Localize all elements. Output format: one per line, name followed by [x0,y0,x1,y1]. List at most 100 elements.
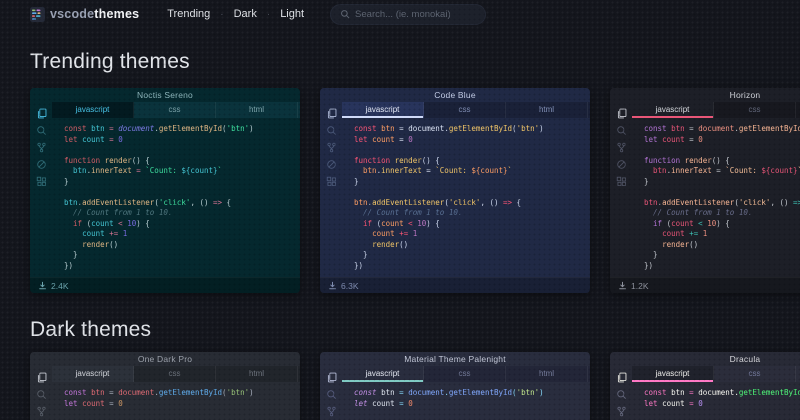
tab-bar: javascriptcsshtml [52,366,300,382]
code-preview: const btn = document.getElementById('btn… [354,388,544,420]
tab-css[interactable]: css [134,102,216,118]
search-input[interactable] [355,8,477,20]
card-footer: 1.2K [610,277,800,293]
activity-bar [30,366,52,420]
theme-card[interactable]: One Dark Pro javascript css html const b… [30,352,300,420]
search-icon [36,126,46,135]
debug-icon [616,160,626,169]
source-control-icon [326,406,336,417]
theme-card[interactable]: Horizon javascript css const btn = docum… [610,88,800,293]
search-icon [616,126,626,135]
tab-javascript[interactable]: javascript [632,366,714,382]
files-icon [37,372,46,383]
activity-bar [320,366,342,420]
tab-bar: javascriptcsshtml [342,102,590,118]
tab-html[interactable]: html [506,366,588,382]
debug-icon [326,160,336,169]
files-icon [327,372,336,383]
editor-preview: javascriptcsshtml const btn = document.g… [610,366,800,420]
code-preview: const btn = document.getElementById('btn… [644,124,800,270]
nav-separator: · [220,8,224,20]
logo-icon [30,6,45,22]
search-icon [616,390,626,399]
editor-preview: javascriptcsshtml const btn = document.g… [30,102,300,277]
search-icon [341,10,350,19]
editor-main: javascriptcsshtml const btn = document.g… [632,102,800,277]
download-icon [619,281,626,290]
download-count: 1.2K [631,280,649,291]
logo[interactable]: vscodethemes [30,6,139,22]
tab-css[interactable]: css [134,366,216,382]
nav-separator: · [266,8,271,20]
extensions-icon [36,176,46,186]
tab-javascript[interactable]: javascript [52,366,134,382]
activity-bar [30,102,52,277]
activity-bar [320,102,342,277]
trending-cards-row: Noctis Sereno javascript css html const … [30,88,800,293]
tab-javascript[interactable]: javascript [632,102,714,118]
logo-text-secondary: themes [94,7,140,21]
source-control-icon [36,142,46,153]
extensions-icon [616,176,626,186]
tab-bar: javascriptcsshtml [52,102,300,118]
editor-preview: javascriptcsshtml const btn = document.g… [610,102,800,277]
tab-javascript[interactable]: javascript [342,366,424,382]
tab-css[interactable]: css [424,366,506,382]
nav-item-light[interactable]: Light [280,8,304,20]
search-box[interactable] [330,3,487,25]
code-preview: const btn = document.getElementById('btn… [644,388,800,420]
tab-html[interactable]: html [796,366,800,382]
theme-name: Horizon [729,90,761,100]
code-preview: const btn = document.getElementById('btn… [354,124,544,270]
source-control-icon [36,406,46,417]
theme-card[interactable]: Noctis Sereno javascript css html const … [30,88,300,293]
tab-css[interactable]: css [424,102,506,118]
tab-html[interactable]: html [506,102,588,118]
card-footer: 2.4K [30,277,300,293]
logo-text-primary: vscode [50,7,95,21]
nav-item-dark[interactable]: Dark [234,8,257,20]
theme-name: Code Blue [434,90,476,100]
editor-preview: javascriptcsshtml const btn = document.g… [30,366,300,420]
search-icon [36,390,46,399]
debug-icon [36,160,46,169]
theme-name: Noctis Sereno [137,90,193,100]
tab-bar: javascriptcsshtml [342,366,590,382]
tab-html[interactable]: html [216,102,298,118]
tab-bar: javascriptcsshtml [632,366,800,382]
download-count: 6.3K [341,280,359,291]
section-title-trending: Trending themes [30,50,190,73]
tab-javascript[interactable]: javascript [342,102,424,118]
source-control-icon [326,142,336,153]
main-nav: Trending · Dark · Light [167,8,304,20]
tab-html[interactable]: html [796,102,800,118]
nav-item-trending[interactable]: Trending [167,8,210,20]
theme-card[interactable]: Material Theme Palenight javascript css … [320,352,590,420]
logo-text: vscodethemes [50,7,139,21]
code-preview: const btn = document.getElementById('btn… [64,388,254,420]
theme-card[interactable]: Dracula javascript css const btn = docum… [610,352,800,420]
files-icon [327,108,336,119]
code-preview: const btn = document.getElementById('btn… [64,124,254,270]
main-content: Trending themes Noctis Sereno javascript… [0,50,800,420]
theme-name: Material Theme Palenight [404,354,506,364]
tab-css[interactable]: css [714,102,796,118]
extensions-icon [326,176,336,186]
editor-preview: javascriptcsshtml const btn = document.g… [320,102,590,277]
files-icon [37,108,46,119]
theme-name: Dracula [729,354,761,364]
section-title-dark: Dark themes [30,318,152,341]
tab-html[interactable]: html [216,366,298,382]
editor-main: javascriptcsshtml const btn = document.g… [52,102,300,277]
activity-bar [610,366,632,420]
download-icon [329,281,336,290]
tab-javascript[interactable]: javascript [52,102,134,118]
editor-main: javascriptcsshtml const btn = document.g… [632,366,800,420]
editor-main: javascriptcsshtml const btn = document.g… [342,366,590,420]
tab-css[interactable]: css [714,366,796,382]
search-icon [326,126,336,135]
tab-bar: javascriptcsshtml [632,102,800,118]
source-control-icon [616,406,626,417]
theme-card[interactable]: Code Blue javascript css html const btn … [320,88,590,293]
editor-main: javascriptcsshtml const btn = document.g… [342,102,590,277]
